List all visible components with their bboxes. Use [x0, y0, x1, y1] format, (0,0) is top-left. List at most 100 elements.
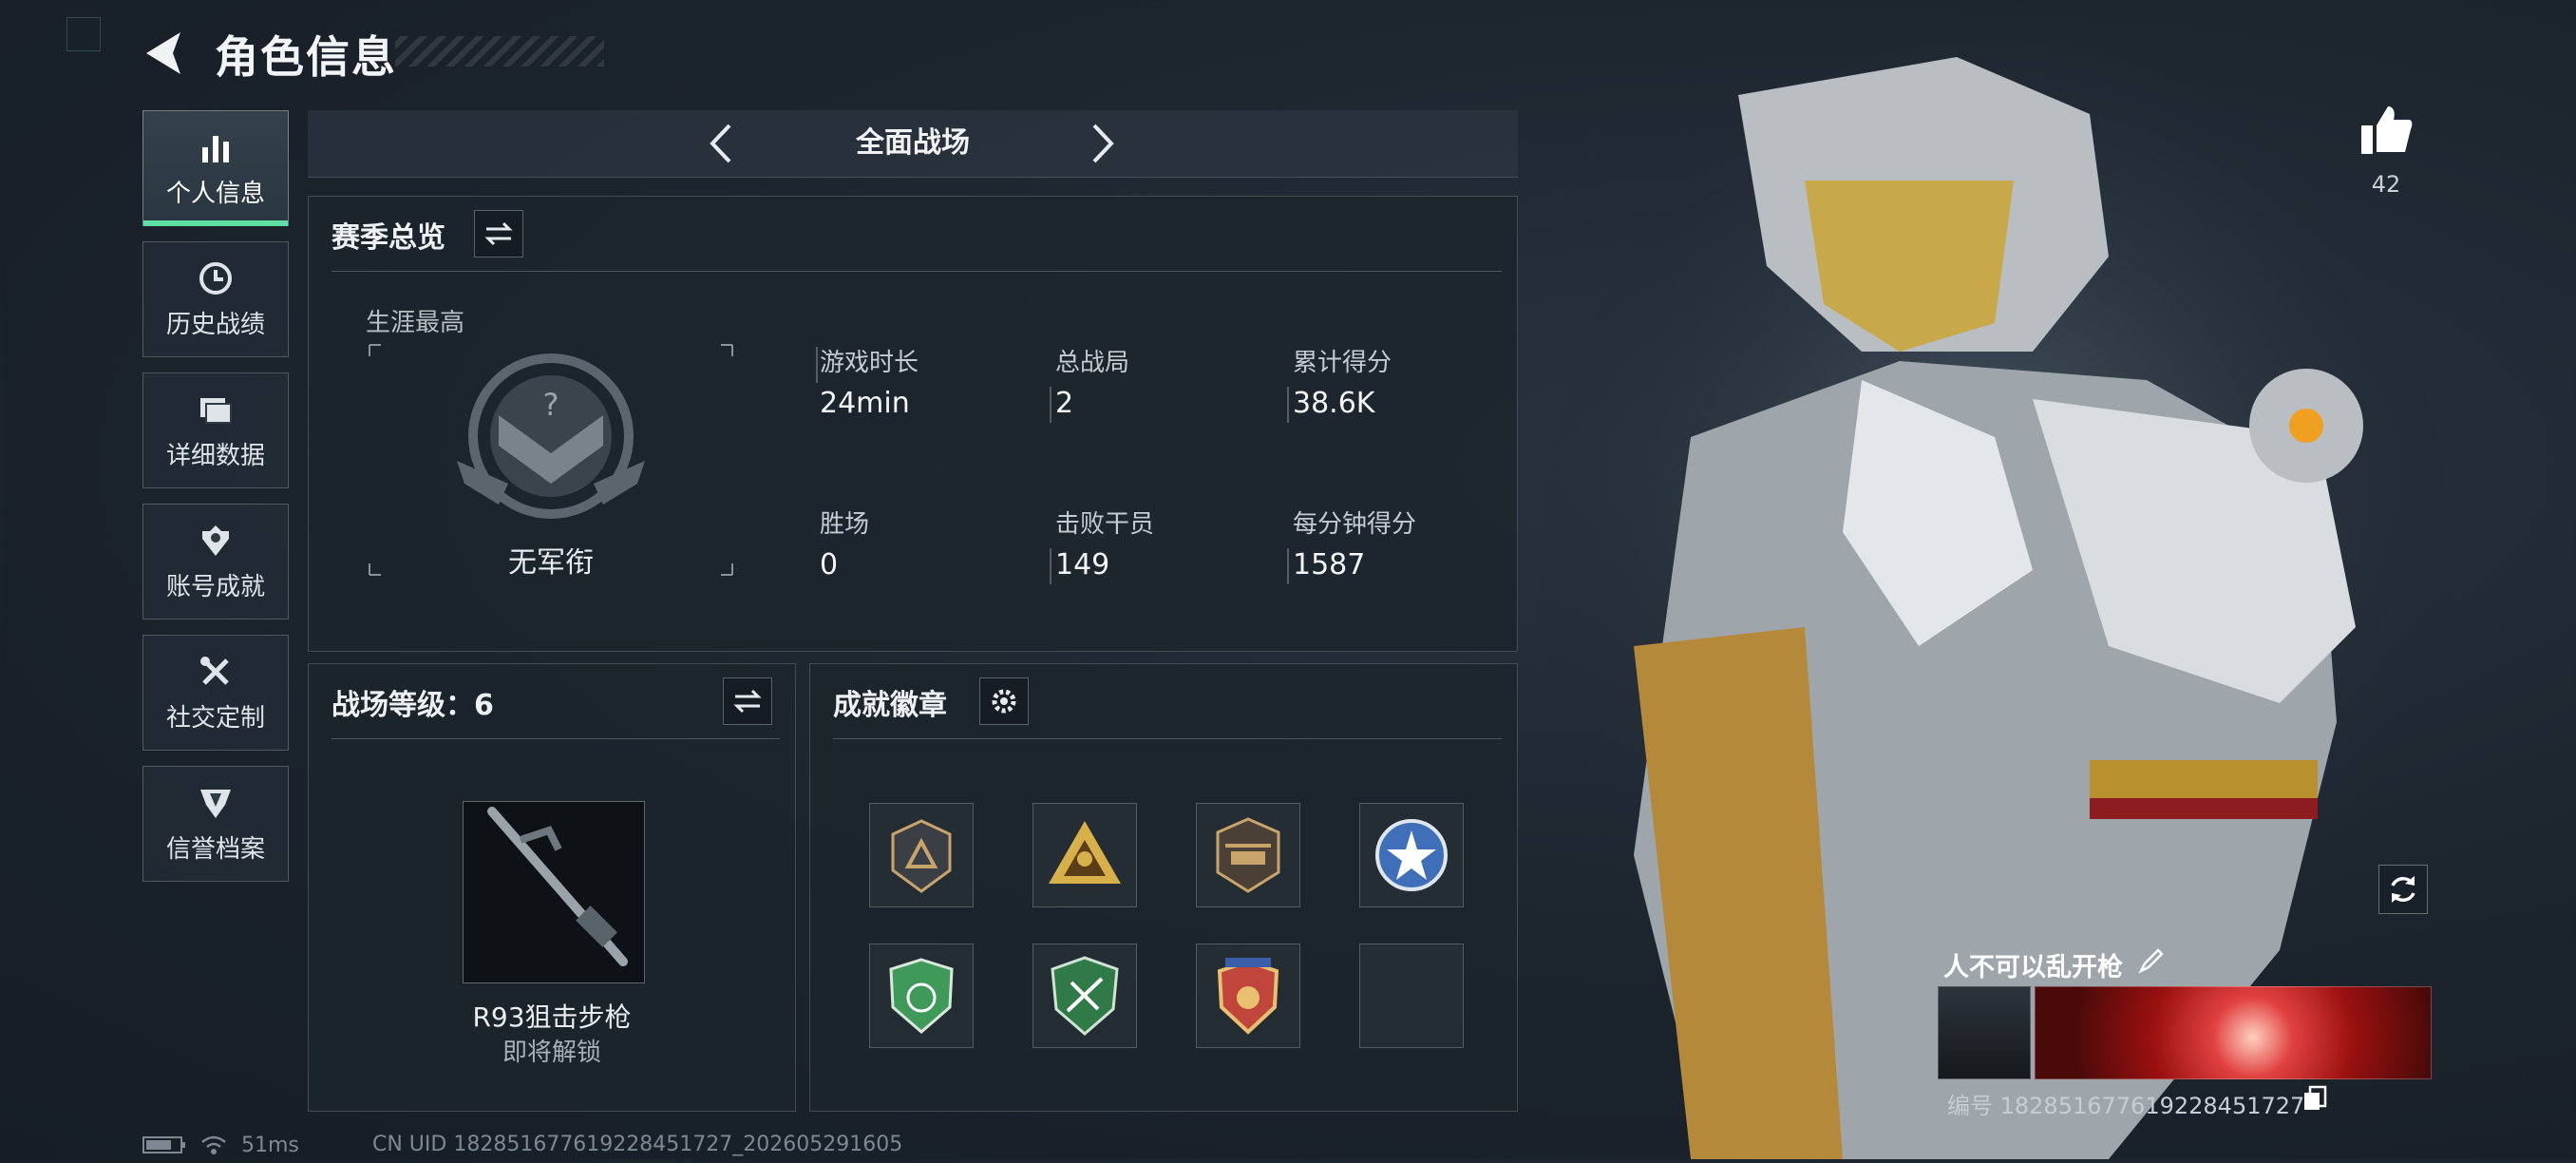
chevron-left-icon — [710, 124, 731, 163]
sidebar-item-label: 历史战绩 — [165, 310, 265, 339]
achievement-badges-title: 成就徽章 — [833, 689, 947, 722]
soldiers-triangle-badge-icon — [1049, 821, 1121, 884]
sidebar-item-personal-info[interactable]: 个人信息 — [142, 110, 289, 226]
season-switch-button[interactable] — [474, 210, 523, 257]
tools-icon — [200, 656, 229, 685]
sidebar-item-label: 信誉档案 — [165, 834, 265, 864]
badge-slot[interactable] — [1196, 944, 1300, 1048]
thumbs-up-icon — [2361, 106, 2413, 154]
stat-value: 24min — [820, 387, 910, 420]
battlefield-level-title: 战场等级：6 — [331, 689, 494, 722]
badge-slot-empty[interactable] — [1359, 944, 1464, 1048]
mode-title: 全面战场 — [856, 126, 970, 160]
bar-chart-icon — [202, 135, 229, 162]
stat-label: 累计得分 — [1293, 349, 1392, 377]
stat-label: 每分钟得分 — [1293, 510, 1417, 539]
stat-value: 1587 — [1293, 548, 1366, 582]
green-shield-badge-icon — [889, 958, 954, 1034]
red-crest-badge-icon — [1217, 958, 1279, 1035]
title-decoration — [395, 36, 604, 67]
stat-label: 总战局 — [1055, 349, 1130, 377]
shield-badge-icon — [200, 789, 231, 818]
player-avatar[interactable] — [1938, 986, 2031, 1079]
stat-divider — [1287, 387, 1289, 423]
badge-slot[interactable] — [1196, 803, 1300, 907]
mode-next-button[interactable] — [1077, 120, 1125, 167]
sidebar-item-account-achievements[interactable]: 账号成就 — [142, 504, 289, 620]
medal-icon — [202, 524, 229, 556]
stat-value: 149 — [1055, 548, 1110, 582]
svg-text:?: ? — [543, 387, 559, 423]
stat-label: 胜场 — [820, 510, 870, 539]
badge-slot[interactable] — [869, 944, 974, 1048]
player-name: 人不可以乱开枪 — [1943, 953, 2123, 982]
gear-icon — [992, 689, 1016, 714]
divider — [331, 271, 1502, 272]
triangle-shield-badge-icon — [891, 819, 952, 893]
badge-settings-button[interactable] — [979, 677, 1029, 725]
page-title: 角色信息 — [215, 31, 397, 83]
green-crest-badge-icon — [1051, 956, 1119, 1036]
stat-value: 2 — [1055, 387, 1074, 420]
sidebar-item-credit-profile[interactable]: 信誉档案 — [142, 766, 289, 882]
battlefield-level-panel: 战场等级：6 R93狙击步枪 即将解锁 — [308, 663, 796, 1112]
stat-label: 击败干员 — [1055, 510, 1155, 539]
player-id: 编号 1828516776192284517​27 — [1947, 1093, 2305, 1119]
achievement-badges-panel: 成就徽章 — [809, 663, 1518, 1112]
badge-slot[interactable] — [1032, 944, 1137, 1048]
swap-icon — [484, 221, 513, 246]
stat-divider — [1050, 548, 1051, 584]
weapon-name: R93狙击步枪 — [472, 1001, 632, 1033]
sidebar-item-label: 详细数据 — [165, 441, 265, 470]
mode-prev-button[interactable] — [699, 120, 747, 167]
star-circle-badge-icon — [1375, 819, 1448, 891]
copy-id-button[interactable] — [2302, 1085, 2327, 1112]
like-button[interactable] — [2358, 103, 2415, 158]
mode-selector: 全面战场 — [308, 110, 1518, 178]
stat-label: 游戏时长 — [820, 349, 919, 377]
stat-value: 38.6K — [1293, 387, 1375, 420]
edit-name-button[interactable] — [2137, 946, 2166, 975]
stat-value: 0 — [820, 548, 839, 582]
weapon-unlock-status: 即将解锁 — [502, 1039, 601, 1067]
player-name-card[interactable] — [2035, 986, 2432, 1079]
swap-icon — [733, 689, 762, 714]
like-count: 42 — [2371, 171, 2401, 198]
season-overview-title: 赛季总览 — [331, 221, 445, 255]
sidebar-item-detailed-data[interactable]: 详细数据 — [142, 372, 289, 488]
clock-icon — [199, 261, 232, 295]
sidebar-item-history[interactable]: 历史战绩 — [142, 241, 289, 357]
back-arrow-icon — [146, 32, 180, 74]
copy-icon — [2304, 1085, 2327, 1110]
battery-icon — [142, 1136, 185, 1153]
ping-value: 51ms — [241, 1133, 299, 1157]
sidebar-item-label: 账号成就 — [165, 572, 265, 601]
divider — [331, 738, 780, 739]
badge-slot[interactable] — [1032, 803, 1137, 907]
rank-name: 无军衔 — [508, 546, 594, 580]
back-button[interactable] — [141, 29, 186, 78]
refresh-button[interactable] — [2378, 865, 2428, 914]
sidebar-item-label: 个人信息 — [165, 179, 265, 208]
helicopter-badge-icon — [1216, 817, 1280, 893]
sniper-rifle-icon — [487, 807, 628, 966]
stat-divider — [1287, 548, 1289, 584]
badge-slot[interactable] — [1359, 803, 1464, 907]
sidebar-item-social-customization[interactable]: 社交定制 — [142, 635, 289, 751]
chevron-right-icon — [1092, 124, 1114, 163]
badge-slot[interactable] — [869, 803, 974, 907]
weapon-thumbnail[interactable] — [463, 801, 645, 983]
career-best-label: 生涯最高 — [366, 309, 465, 337]
level-switch-button[interactable] — [723, 677, 772, 725]
uid-line: CN UID 1828516776192284517​27_2026052916… — [372, 1133, 903, 1156]
stat-divider — [1050, 387, 1051, 423]
folder-icon — [200, 397, 232, 424]
pencil-icon — [2138, 948, 2164, 974]
refresh-icon — [2391, 876, 2415, 903]
season-overview-panel: 赛季总览 生涯最高 ? 无军衔 游戏时长 24min 总战局 2 累计得分 38… — [308, 196, 1518, 652]
sidebar-item-label: 社交定制 — [165, 703, 265, 733]
wifi-icon — [201, 1135, 226, 1154]
corner-decoration — [66, 17, 101, 51]
stat-divider — [816, 347, 818, 383]
status-bar: 51ms — [142, 1133, 299, 1157]
